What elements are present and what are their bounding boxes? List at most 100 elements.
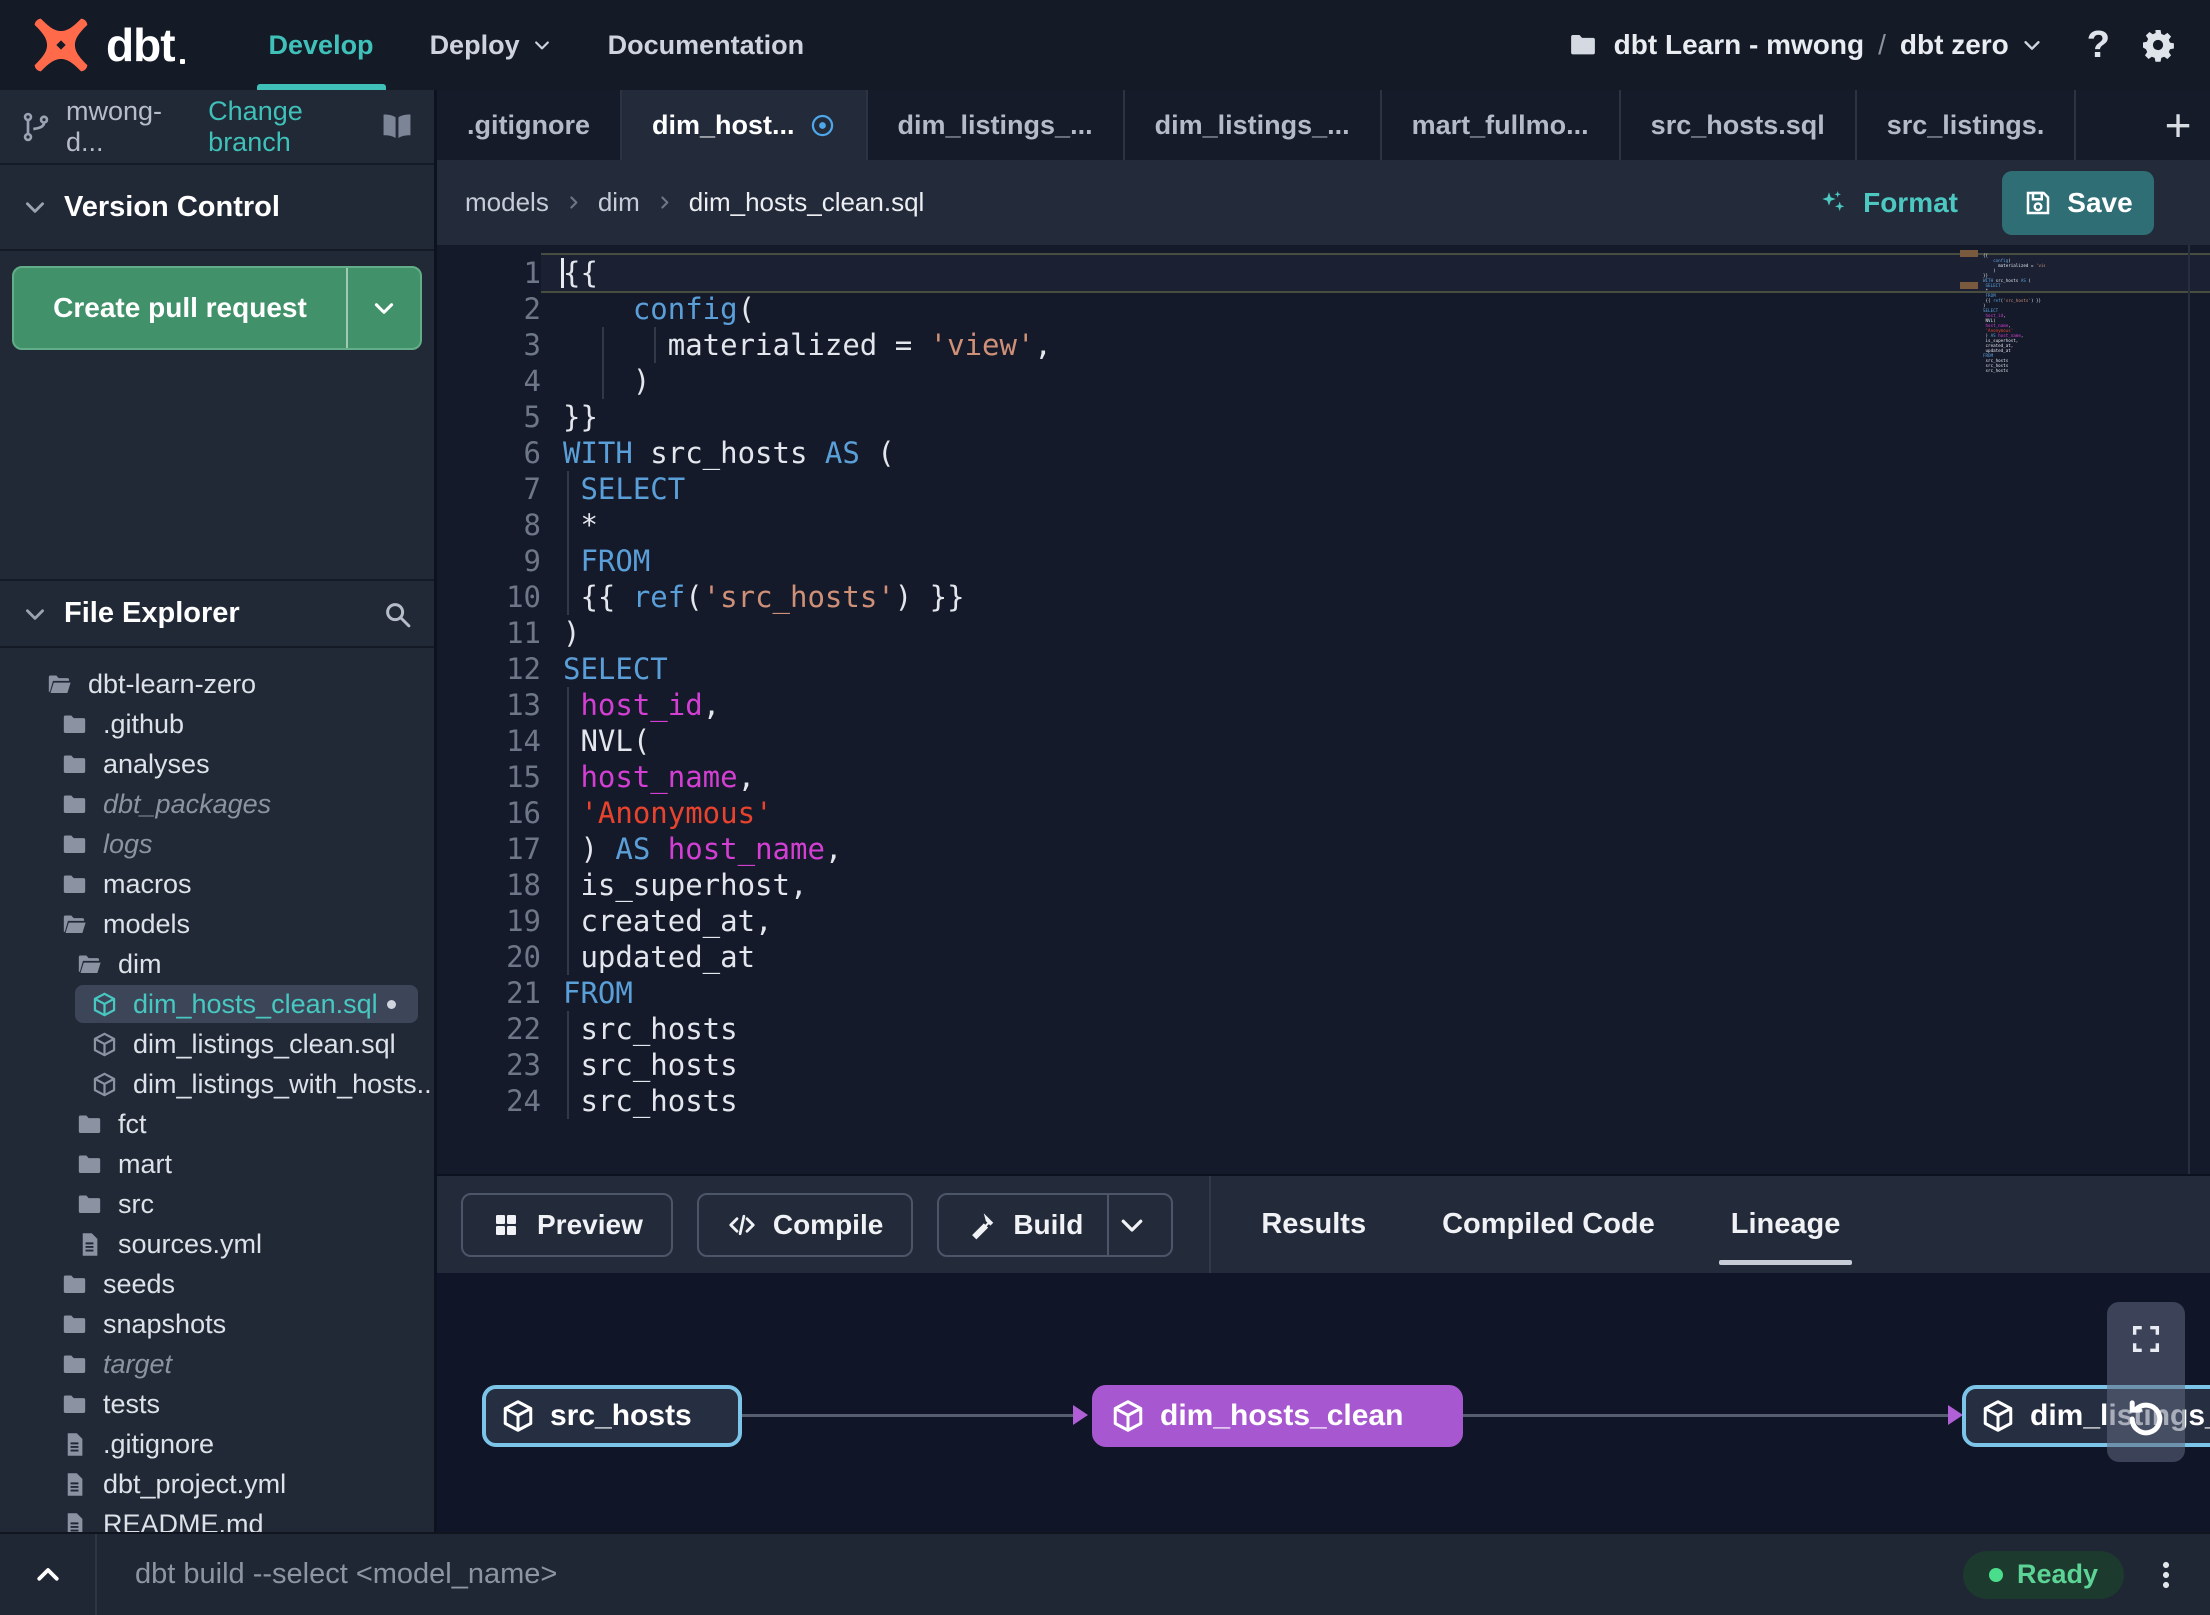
- editor-tab-0[interactable]: .gitignore: [437, 90, 622, 160]
- code-line[interactable]: config(: [541, 291, 2210, 327]
- create-pull-request-button[interactable]: Create pull request: [12, 266, 422, 350]
- tree-item-target[interactable]: target: [0, 1344, 434, 1384]
- code-token: {{: [563, 256, 598, 290]
- dbt-logo[interactable]: dbt: [30, 14, 185, 76]
- tree-item-fct[interactable]: fct: [0, 1104, 434, 1144]
- tree-item-logs[interactable]: logs: [0, 824, 434, 864]
- tree-item-gitignore[interactable]: .gitignore: [0, 1424, 434, 1464]
- code-line[interactable]: {{ ref('src_hosts') }}: [541, 579, 2210, 615]
- model-icon: [1110, 1398, 1146, 1434]
- code-line[interactable]: updated_at: [541, 939, 2210, 975]
- tree-item-tests[interactable]: tests: [0, 1384, 434, 1424]
- chevron-up-icon[interactable]: [0, 1534, 97, 1615]
- tree-item-dbt-project-yml[interactable]: dbt_project.yml: [0, 1464, 434, 1504]
- code-line[interactable]: SELECT: [541, 471, 2210, 507]
- code-line[interactable]: WITH src_hosts AS (: [541, 435, 2210, 471]
- tree-item-mart[interactable]: mart: [0, 1144, 434, 1184]
- editor-tab-3[interactable]: dim_listings_...: [1125, 90, 1382, 160]
- lineage-node-dim-hosts-clean[interactable]: dim_hosts_clean: [1092, 1385, 1463, 1447]
- gear-icon[interactable]: [2140, 27, 2176, 63]
- editor-scrollbar[interactable]: [2188, 245, 2190, 1174]
- code-line[interactable]: ) AS host_name,: [541, 831, 2210, 867]
- book-icon[interactable]: [380, 110, 414, 144]
- code-line[interactable]: src_hosts: [541, 1047, 2210, 1083]
- help-icon[interactable]: ?: [2087, 24, 2110, 67]
- tree-item-snapshots[interactable]: snapshots: [0, 1304, 434, 1344]
- preview-button[interactable]: Preview: [461, 1192, 673, 1257]
- file-explorer-header[interactable]: File Explorer: [0, 579, 434, 648]
- tree-item-github[interactable]: .github: [0, 704, 434, 744]
- format-button[interactable]: Format: [1817, 187, 1958, 219]
- code-line[interactable]: NVL(: [541, 723, 2210, 759]
- tree-item-dim-listings-clean-sql[interactable]: dim_listings_clean.sql: [0, 1024, 434, 1064]
- nav-menu-documentation[interactable]: Documentation: [580, 0, 833, 90]
- editor-tab-1[interactable]: dim_host...: [622, 90, 868, 160]
- indent-guide: [567, 831, 569, 867]
- code-line[interactable]: 'Anonymous': [541, 795, 2210, 831]
- tree-item-seeds[interactable]: seeds: [0, 1264, 434, 1304]
- panel-tab-compiled-code[interactable]: Compiled Code: [1404, 1176, 1693, 1273]
- code-line[interactable]: src_hosts: [541, 1083, 2210, 1119]
- code-line[interactable]: FROM: [541, 543, 2210, 579]
- code-line[interactable]: created_at,: [541, 903, 2210, 939]
- editor-tab-4[interactable]: mart_fullmo...: [1382, 90, 1621, 160]
- code-editor[interactable]: 1 2 3 4 5 6 7 8 9 10 11 12 13 14 15 16 17 18 19 20 21 22 23 24 …: [437, 245, 2210, 1176]
- panel-tab-results[interactable]: Results: [1223, 1176, 1404, 1273]
- version-control-header[interactable]: Version Control: [0, 165, 434, 251]
- code-line[interactable]: FROM: [541, 975, 2210, 1011]
- code-token: WITH: [563, 436, 633, 470]
- build-dropdown-button[interactable]: [1109, 1195, 1171, 1255]
- code-line[interactable]: materialized = 'view',: [541, 327, 2210, 363]
- format-label: Format: [1863, 186, 1958, 218]
- main-area: .gitignore dim_host... dim_listings_... dim…: [437, 90, 2210, 1532]
- lineage-canvas[interactable]: src_hostsdim_hosts_cleandim_listings_wit…: [437, 1273, 2210, 1532]
- change-branch-link[interactable]: Change branch: [208, 96, 366, 158]
- sidebar: mwong-d... Change branch Version Control…: [0, 90, 437, 1532]
- code-line[interactable]: }}: [541, 399, 2210, 435]
- minimap[interactable]: {{ config( materialized = 'view', )}}WIT…: [1983, 253, 2045, 373]
- kebab-menu-icon[interactable]: [2150, 1559, 2182, 1591]
- nav-menu-develop[interactable]: Develop: [241, 0, 402, 90]
- tree-item-analyses[interactable]: analyses: [0, 744, 434, 784]
- editor-tab-6[interactable]: src_listings.: [1857, 90, 2077, 160]
- tree-item-dim[interactable]: dim: [0, 944, 434, 984]
- project-name[interactable]: dbt Learn - mwong: [1614, 29, 1864, 61]
- code-content[interactable]: {{ config( materialized = 'view', )}} WIT…: [541, 245, 2210, 1174]
- tree-item-readme-md[interactable]: README.md: [0, 1504, 434, 1532]
- build-button[interactable]: Build: [937, 1192, 1174, 1257]
- command-input[interactable]: [97, 1557, 1963, 1592]
- compile-button[interactable]: Compile: [696, 1192, 914, 1257]
- tree-item-models[interactable]: models: [0, 904, 434, 944]
- nav-menu-deploy[interactable]: Deploy: [402, 0, 580, 90]
- code-line[interactable]: host_id,: [541, 687, 2210, 723]
- new-tab-button[interactable]: +: [2146, 90, 2210, 160]
- tree-item-dim-hosts-clean-sql[interactable]: dim_hosts_clean.sql: [0, 984, 434, 1024]
- code-line[interactable]: ): [541, 615, 2210, 651]
- tree-item-src[interactable]: src: [0, 1184, 434, 1224]
- fullscreen-icon[interactable]: [2129, 1322, 2163, 1356]
- tree-item-macros[interactable]: macros: [0, 864, 434, 904]
- lineage-edge: [742, 1414, 1073, 1417]
- save-button[interactable]: Save: [2002, 170, 2154, 235]
- code-line[interactable]: is_superhost,: [541, 867, 2210, 903]
- environment-selector[interactable]: dbt zero: [1900, 29, 2043, 61]
- lineage-node-src-hosts[interactable]: src_hosts: [482, 1385, 742, 1447]
- panel-tab-lineage[interactable]: Lineage: [1693, 1176, 1879, 1273]
- code-line[interactable]: host_name,: [541, 759, 2210, 795]
- tree-item-dbt-packages[interactable]: dbt_packages: [0, 784, 434, 824]
- tree-item-dbt-learn-zero[interactable]: dbt-learn-zero: [0, 664, 434, 704]
- tree-item-dim-listings-with-hosts[interactable]: dim_listings_with_hosts...: [0, 1064, 434, 1104]
- refresh-icon[interactable]: [2123, 1396, 2169, 1442]
- code-line[interactable]: src_hosts: [541, 1011, 2210, 1047]
- tree-item-sources-yml[interactable]: sources.yml: [0, 1224, 434, 1264]
- code-line[interactable]: ): [541, 363, 2210, 399]
- code-token: NVL(: [563, 724, 651, 758]
- code-line[interactable]: SELECT: [541, 651, 2210, 687]
- dbt-logo-icon: [30, 14, 92, 76]
- editor-tab-2[interactable]: dim_listings_...: [868, 90, 1125, 160]
- editor-tab-5[interactable]: src_hosts.sql: [1621, 90, 1857, 160]
- create-pr-dropdown-button[interactable]: [348, 268, 420, 348]
- search-icon[interactable]: [382, 599, 412, 629]
- code-line[interactable]: *: [541, 507, 2210, 543]
- editor-header: models dim dim_hosts_clean.sql Format Save: [437, 160, 2210, 245]
